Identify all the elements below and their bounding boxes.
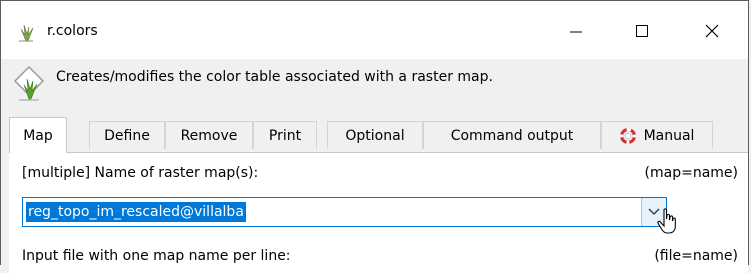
tab-optional[interactable]: Optional	[327, 121, 423, 149]
tab-bar: Map Define Remove Print Optional Command…	[9, 117, 748, 153]
window-title: r.colors	[47, 23, 98, 39]
tab-label: Manual	[643, 127, 695, 144]
maximize-icon	[636, 25, 648, 37]
tab-label: Map	[23, 127, 53, 144]
map-param-hint: (map=name)	[644, 165, 738, 181]
tab-print[interactable]: Print	[253, 121, 317, 149]
title-bar: r.colors	[1, 1, 748, 59]
tab-manual[interactable]: Manual	[601, 121, 713, 149]
tab-label: Command output	[450, 127, 574, 144]
close-icon	[705, 24, 719, 38]
map-tab-panel: [multiple] Name of raster map(s): (map=n…	[9, 152, 748, 273]
file-param-hint: (file=name)	[654, 248, 738, 264]
r-colors-dialog: r.colors Creates/modifies the color tabl…	[0, 0, 749, 273]
mouse-cursor-icon	[657, 208, 676, 234]
maximize-button[interactable]	[619, 13, 665, 49]
grass-icon	[19, 24, 34, 42]
tab-label: Remove	[180, 127, 238, 144]
raster-map-input-value[interactable]: reg_topo_im_rescaled@villalba	[26, 202, 246, 222]
tab-define[interactable]: Define	[89, 121, 165, 149]
tab-map[interactable]: Map	[9, 117, 67, 153]
tab-label: Optional	[345, 127, 405, 144]
tab-label: Define	[104, 127, 150, 144]
file-field-label: Input file with one map name per line:	[22, 248, 291, 264]
lifebuoy-icon	[619, 127, 636, 144]
tab-label: Print	[268, 127, 302, 144]
module-icon	[13, 65, 45, 101]
minimize-button[interactable]	[553, 13, 599, 49]
close-button[interactable]	[689, 13, 735, 49]
tab-command-output[interactable]: Command output	[423, 121, 601, 149]
tab-remove[interactable]: Remove	[165, 121, 253, 149]
map-field-label: [multiple] Name of raster map(s):	[22, 165, 259, 181]
raster-map-combobox[interactable]: reg_topo_im_rescaled@villalba	[22, 197, 667, 227]
module-description: Creates/modifies the color table associa…	[56, 69, 493, 85]
minimize-icon	[570, 31, 582, 33]
